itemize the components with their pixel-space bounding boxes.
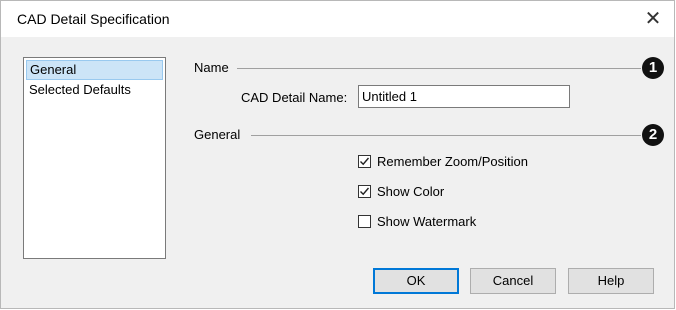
help-button[interactable]: Help bbox=[568, 268, 654, 294]
title-bar: CAD Detail Specification ✕ bbox=[1, 1, 674, 37]
name-section-divider bbox=[237, 68, 641, 69]
callout-badge-2: 2 bbox=[642, 124, 664, 146]
sidebar-item-general[interactable]: General bbox=[26, 60, 163, 80]
callout-badge-1: 1 bbox=[642, 57, 664, 79]
show-watermark-checkbox-row[interactable]: Show Watermark bbox=[358, 212, 476, 230]
remember-zoom-checkbox[interactable] bbox=[358, 154, 371, 168]
show-watermark-label: Show Watermark bbox=[377, 213, 477, 229]
show-color-checkbox-row[interactable]: Show Color bbox=[358, 182, 444, 200]
show-color-checkbox[interactable] bbox=[358, 184, 371, 198]
general-section-divider bbox=[251, 135, 641, 136]
checkmark-icon bbox=[360, 187, 370, 195]
general-section-heading: General bbox=[194, 127, 241, 142]
category-list: General Selected Defaults bbox=[23, 57, 166, 259]
checkmark-icon bbox=[360, 157, 370, 165]
show-color-label: Show Color bbox=[377, 183, 445, 199]
show-watermark-checkbox[interactable] bbox=[358, 214, 371, 228]
close-icon[interactable]: ✕ bbox=[640, 6, 666, 32]
cad-detail-name-label: CAD Detail Name: bbox=[241, 90, 348, 105]
ok-button[interactable]: OK bbox=[373, 268, 459, 294]
sidebar-item-selected-defaults[interactable]: Selected Defaults bbox=[26, 80, 163, 100]
name-section-heading: Name bbox=[194, 60, 229, 75]
remember-zoom-label: Remember Zoom/Position bbox=[377, 153, 528, 169]
remember-zoom-checkbox-row[interactable]: Remember Zoom/Position bbox=[358, 152, 528, 170]
cad-detail-name-input[interactable] bbox=[358, 85, 570, 108]
cad-detail-dialog: CAD Detail Specification ✕ General Selec… bbox=[0, 0, 675, 309]
window-title: CAD Detail Specification bbox=[17, 11, 170, 27]
cancel-button[interactable]: Cancel bbox=[470, 268, 556, 294]
